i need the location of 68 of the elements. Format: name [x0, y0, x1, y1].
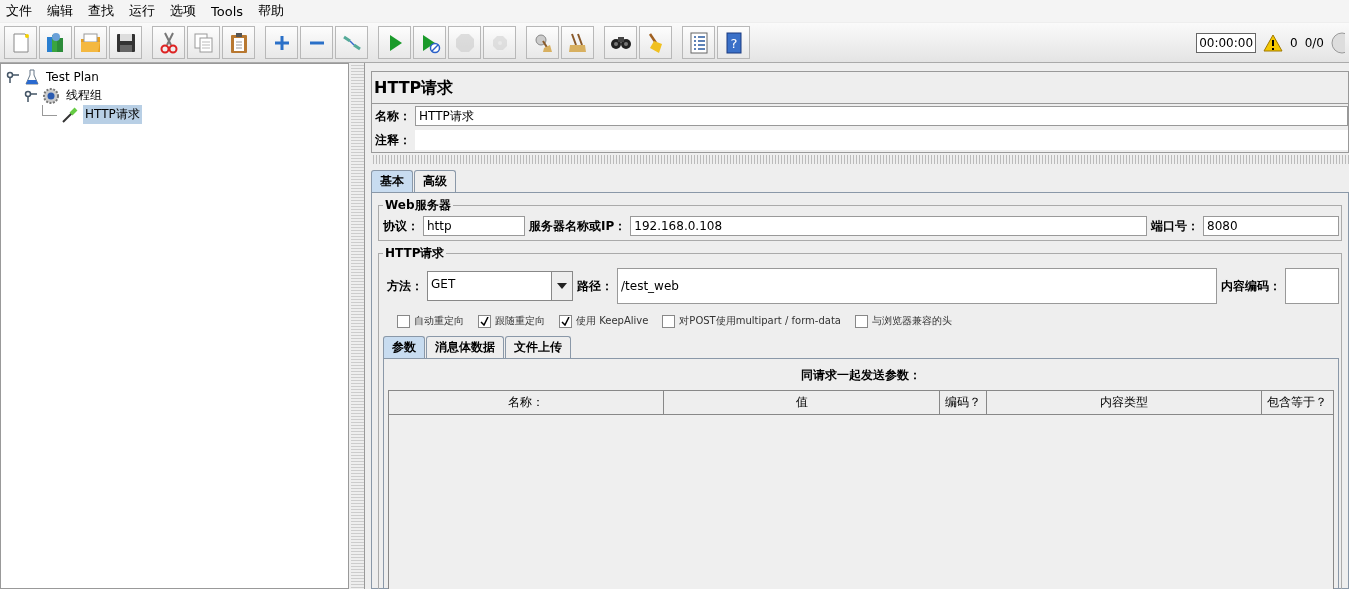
toolbar-button[interactable]	[604, 26, 637, 59]
menu-item[interactable]: 选项	[170, 2, 196, 20]
tab[interactable]: 文件上传	[505, 336, 571, 358]
minus-icon	[309, 40, 324, 45]
checkbox-label: 自动重定向	[414, 314, 464, 328]
column-header[interactable]: 值	[664, 391, 940, 414]
checkbox-label: 使用 KeepAlive	[576, 314, 649, 328]
column-header[interactable]: 编码？	[939, 391, 988, 414]
field-label: 服务器名称或IP：	[529, 217, 627, 235]
checkbox-label: 对POST使用multipart / form-data	[679, 314, 841, 328]
checkbox-label: 与浏览器兼容的头	[871, 314, 952, 328]
column-header[interactable]: 名称：	[389, 391, 665, 414]
thread-count: 0/0	[1304, 35, 1324, 50]
toolbar-button[interactable]	[222, 26, 255, 59]
checkbox[interactable]	[478, 314, 491, 328]
splitter[interactable]	[351, 63, 365, 589]
warning-icon	[1263, 33, 1284, 52]
pipette-icon	[61, 105, 79, 124]
caret-icon	[557, 283, 567, 289]
path-field[interactable]: /test_web	[617, 268, 1217, 304]
binoculars-icon	[610, 36, 631, 49]
menu-item[interactable]: 运行	[129, 2, 155, 20]
tab[interactable]: 消息体数据	[426, 336, 504, 358]
server-field[interactable]: 192.168.0.108	[630, 216, 1147, 236]
panel-title: HTTP请求	[374, 78, 454, 97]
flask-icon	[24, 68, 40, 85]
tree-item[interactable]: HTTP请求	[83, 105, 142, 124]
field-label: 名称：	[375, 107, 411, 125]
checkbox-label: 跟随重定向	[495, 314, 545, 328]
tab[interactable]: 高级	[414, 170, 456, 192]
expanded-handle-icon[interactable]	[6, 69, 20, 84]
elapsed-time: 00:00:00	[1196, 32, 1257, 53]
field-label: 路径：	[577, 277, 613, 295]
column-header[interactable]: 包含等于？	[1261, 391, 1333, 414]
menu-item[interactable]: 文件	[6, 2, 32, 20]
menu-item[interactable]: 帮助	[258, 2, 285, 20]
error-count: 0	[1290, 35, 1298, 50]
table-title: 同请求一起发送参数：	[801, 368, 921, 382]
field-label: 方法：	[387, 277, 423, 295]
tab[interactable]: 基本	[371, 170, 413, 192]
tree-item[interactable]: 线程组	[64, 86, 104, 105]
gear-icon	[42, 86, 60, 105]
field-label: 协议：	[383, 217, 419, 235]
menu-item[interactable]: 编辑	[47, 2, 73, 20]
comment-field[interactable]	[415, 130, 1348, 150]
group-title: Web服务器	[384, 197, 452, 214]
checkbox[interactable]	[854, 314, 868, 328]
name-field[interactable]: HTTP请求	[415, 106, 1348, 126]
tree-item[interactable]: Test Plan	[44, 68, 101, 85]
checkbox[interactable]	[397, 314, 410, 328]
encoding-field[interactable]	[1285, 268, 1339, 304]
menu-item[interactable]: Tools	[211, 3, 244, 19]
expanded-handle-icon[interactable]	[24, 88, 38, 103]
protocol-field[interactable]: http	[423, 216, 525, 236]
menu-item[interactable]: 查找	[88, 2, 114, 20]
field-label: 端口号：	[1151, 217, 1199, 235]
field-label: 注释：	[375, 131, 411, 149]
tab[interactable]: 参数	[383, 336, 425, 358]
method-dropdown[interactable]: GET	[427, 271, 573, 301]
toolbar-button[interactable]	[109, 26, 142, 59]
checkbox[interactable]	[662, 314, 676, 328]
group-title: HTTP请求	[384, 245, 446, 262]
column-header[interactable]: 内容类型	[987, 391, 1262, 414]
folder-icon	[78, 30, 103, 55]
port-field[interactable]: 8080	[1203, 216, 1339, 236]
copy-icon	[191, 30, 216, 55]
field-label: 内容编码：	[1221, 277, 1281, 295]
checkbox[interactable]	[559, 314, 572, 328]
